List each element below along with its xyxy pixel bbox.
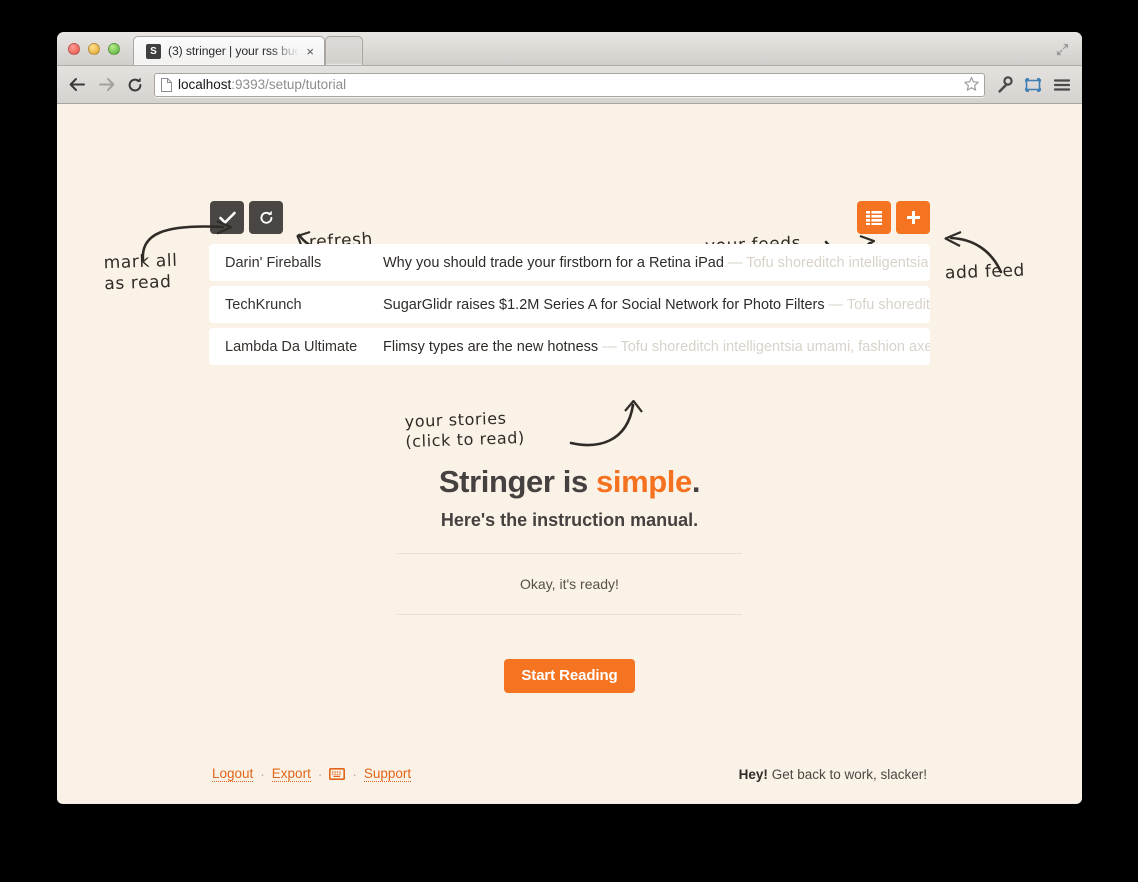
list-icon [866, 210, 882, 225]
star-icon[interactable] [963, 76, 980, 93]
footer-note: Hey! Get back to work, slacker! [739, 767, 927, 782]
maximize-window-button[interactable] [108, 43, 120, 55]
favicon-stringer: S [146, 43, 161, 59]
footer-separator: · [260, 766, 265, 782]
annotation-your-stories: your stories (click to read) [404, 408, 526, 451]
your-feeds-button[interactable] [857, 201, 891, 234]
footer-links: Logout · Export · · Support [212, 766, 412, 782]
reload-icon[interactable] [125, 75, 145, 95]
ready-note: Okay, it's ready! [520, 576, 619, 592]
plus-icon [906, 211, 920, 224]
story-excerpt: — Tofu shoreditch intelligentsia umami, … [727, 254, 930, 271]
browser-tab-stringer[interactable]: S (3) stringer | your rss budd × [133, 36, 325, 65]
tab-strip: S (3) stringer | your rss budd × [133, 36, 363, 65]
tutorial-hero: Stringer is simple. Here's the instructi… [397, 464, 742, 693]
divider-bottom [397, 614, 742, 615]
story-body: Flimsy types are the new hotness — Tofu … [383, 339, 930, 355]
browser-nav-bar: localhost:9393/setup/tutorial [57, 66, 1082, 104]
story-feed-name: TechKrunch [225, 296, 302, 313]
story-feed-name: Lambda Da Ultimate [225, 338, 358, 355]
url-host: localhost [178, 77, 232, 92]
stringer-tutorial-page: mark all as read refresh your feeds add … [57, 104, 1082, 803]
page-title: Stringer is simple. [397, 464, 742, 500]
story-body: Why you should trade your firstborn for … [383, 255, 930, 271]
browser-title-bar: S (3) stringer | your rss budd × [57, 32, 1082, 66]
footer-note-rest: Get back to work, slacker! [767, 766, 927, 782]
right-action-buttons [857, 201, 930, 234]
fullscreen-expand-icon[interactable] [1055, 42, 1070, 57]
story-body: SugarGlidr raises $1.2M Series A for Soc… [383, 297, 930, 313]
logout-link[interactable]: Logout [212, 766, 254, 782]
story-title: Flimsy types are the new hotness [383, 338, 599, 355]
tab-title: (3) stringer | your rss budd [168, 44, 300, 58]
browser-window: S (3) stringer | your rss budd × localho… [57, 32, 1082, 804]
hamburger-menu-icon[interactable] [1052, 75, 1072, 95]
page-subtitle: Here's the instruction manual. [440, 510, 699, 530]
window-traffic-lights [68, 43, 120, 55]
minimize-window-button[interactable] [88, 43, 100, 55]
footer-note-bold: Hey! [738, 766, 768, 782]
cast-screen-icon[interactable] [1023, 75, 1043, 95]
page-footer: Logout · Export · · Support Hey! Get bac… [57, 745, 1082, 803]
address-bar[interactable]: localhost:9393/setup/tutorial [154, 72, 985, 97]
add-feed-button[interactable] [896, 201, 930, 234]
refresh-feeds-button[interactable] [249, 201, 283, 234]
page-doc-icon [161, 77, 172, 92]
table-row[interactable]: Lambda Da Ultimate Flimsy types are the … [209, 328, 930, 365]
hero-title-period: . [691, 464, 701, 499]
back-arrow-icon[interactable] [67, 75, 87, 95]
footer-separator: · [352, 766, 357, 782]
support-link[interactable]: Support [363, 766, 412, 782]
wrench-icon[interactable] [994, 75, 1014, 95]
export-link[interactable]: Export [271, 766, 311, 782]
story-list: Darin' Fireballs Why you should trade yo… [209, 244, 930, 370]
annotation-add-feed: add feed [944, 260, 1026, 284]
url-path: :9393/setup/tutorial [231, 77, 347, 92]
hero-title-main: Stringer is [438, 464, 597, 499]
forward-arrow-icon [96, 75, 116, 95]
hero-title-accent: simple [596, 464, 692, 499]
story-title: Why you should trade your firstborn for … [383, 254, 724, 271]
table-row[interactable]: TechKrunch SugarGlidr raises $1.2M Serie… [209, 286, 930, 323]
divider-top [397, 553, 742, 554]
start-reading-button[interactable]: Start Reading [504, 659, 635, 693]
keyboard-icon[interactable] [329, 768, 346, 780]
story-title: SugarGlidr raises $1.2M Series A for Soc… [383, 296, 825, 313]
new-tab-button[interactable] [325, 36, 363, 65]
footer-separator: · [317, 766, 323, 782]
refresh-icon [260, 210, 272, 224]
story-excerpt: — Tofu shoreditch intelligentsia umami, … [602, 338, 930, 355]
your-stories-arrow-icon [569, 399, 643, 447]
url-text: localhost:9393/setup/tutorial [178, 77, 957, 92]
close-window-button[interactable] [68, 43, 80, 55]
story-excerpt: — Tofu shoreditch intelligentsia umami, … [828, 296, 930, 313]
table-row[interactable]: Darin' Fireballs Why you should trade yo… [209, 244, 930, 281]
close-tab-icon[interactable]: × [306, 45, 314, 58]
story-feed-name: Darin' Fireballs [225, 254, 322, 271]
annotation-mark-all-as-read: mark all as read [103, 250, 178, 295]
